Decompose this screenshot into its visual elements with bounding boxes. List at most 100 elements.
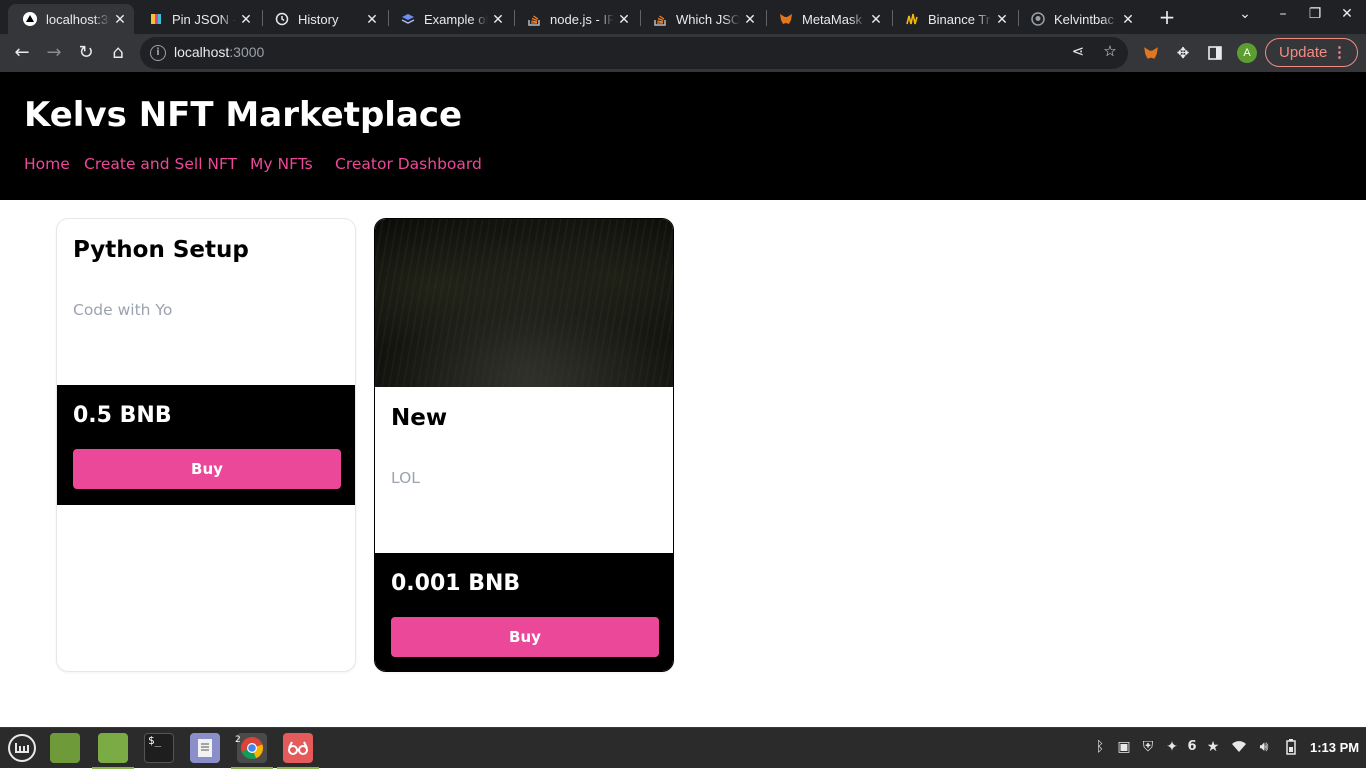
maximize-icon[interactable]: ❐ xyxy=(1304,6,1326,22)
window-close-icon[interactable]: ✕ xyxy=(1336,6,1358,22)
battery-icon[interactable] xyxy=(1282,739,1300,759)
tab-title: MetaMask xyxy=(802,11,862,27)
tab-title: Pin JSON - Pinata xyxy=(172,11,236,27)
bookmark-star-icon[interactable]: ☆ xyxy=(1100,42,1120,60)
close-icon[interactable]: ✕ xyxy=(362,11,382,28)
text-editor-icon[interactable] xyxy=(190,733,220,763)
folder-icon[interactable] xyxy=(92,733,134,769)
nft-name: New xyxy=(391,405,448,431)
browser-tab-strip: localhost:3000 ✕ Pin JSON - Pinata ✕ His… xyxy=(0,0,1366,34)
github-icon xyxy=(1030,11,1046,27)
tab-title: Kelvintbac xyxy=(1054,11,1114,27)
nft-price: 0.5 BNB xyxy=(73,403,172,428)
nav-home-link[interactable]: Home xyxy=(24,155,70,173)
chrome-window-count: 2 xyxy=(235,735,241,745)
nav-creator-dashboard-link[interactable]: Creator Dashboard xyxy=(335,155,482,173)
tab-separator xyxy=(514,10,515,26)
tab-binance[interactable]: Binance Tr ✕ xyxy=(890,4,1016,34)
site-info-icon[interactable]: i xyxy=(150,45,166,61)
tab-metamask[interactable]: MetaMask ✕ xyxy=(764,4,890,34)
nft-description: LOL xyxy=(391,469,420,487)
buy-button[interactable]: Buy xyxy=(73,449,341,489)
forward-arrow-icon[interactable]: → xyxy=(42,41,66,65)
tab-github[interactable]: Kelvintbac ✕ xyxy=(1016,4,1142,34)
glasses-icon[interactable] xyxy=(277,733,319,769)
site-header: Kelvs NFT Marketplace Home Create and Se… xyxy=(0,72,1366,200)
shield-icon[interactable]: ⛨ xyxy=(1139,739,1157,755)
tab-pinata[interactable]: Pin JSON - Pinata ✕ xyxy=(134,4,260,34)
update-label: Update xyxy=(1279,44,1328,61)
tab-history[interactable]: History ✕ xyxy=(260,4,386,34)
new-tab-plus-icon[interactable]: + xyxy=(1156,6,1178,28)
pinata-icon xyxy=(148,11,164,27)
nft-card: New LOL 0.001 BNB Buy xyxy=(374,218,674,672)
tab-separator xyxy=(892,10,893,26)
tab-separator xyxy=(766,10,767,26)
close-icon[interactable]: ✕ xyxy=(740,11,760,28)
close-icon[interactable]: ✕ xyxy=(236,11,256,28)
minimize-icon[interactable]: – xyxy=(1272,6,1294,22)
chrome-icon[interactable]: 2 xyxy=(231,733,273,769)
nav-create-sell-link[interactable]: Create and Sell NFT xyxy=(84,155,237,173)
share-icon[interactable]: ⋖ xyxy=(1068,42,1088,60)
update-button[interactable]: Update ⋮ xyxy=(1265,38,1358,67)
stackoverflow-icon xyxy=(526,11,542,27)
url-text: localhost:3000 xyxy=(174,44,264,60)
home-icon[interactable]: ⌂ xyxy=(106,41,130,65)
tab-search-chevron-icon[interactable]: ⌄ xyxy=(1234,6,1256,22)
binance-icon xyxy=(904,11,920,27)
tab-title: node.js - IPFS xyxy=(550,11,614,27)
site-title: Kelvs NFT Marketplace xyxy=(24,95,463,135)
notifications-icon[interactable]: ✦ xyxy=(1163,739,1181,755)
nft-price-box: 0.5 BNB Buy xyxy=(57,385,355,505)
browser-toolbar: ← → ↻ ⌂ i localhost:3000 ⋖ ☆ ✥ A Update … xyxy=(0,34,1366,72)
volume-icon[interactable]: 🔊︎ xyxy=(1255,739,1273,755)
metamask-fox-icon xyxy=(778,11,794,27)
profile-avatar[interactable]: A xyxy=(1237,43,1257,63)
nft-price-box: 0.001 BNB Buy xyxy=(375,553,673,671)
more-menu-icon[interactable]: ⋮ xyxy=(1332,39,1347,66)
nft-price: 0.001 BNB xyxy=(391,571,521,596)
side-panel-icon[interactable] xyxy=(1205,43,1225,63)
mint-menu-icon[interactable] xyxy=(6,733,38,763)
url-port: :3000 xyxy=(229,44,265,60)
tab-example[interactable]: Example of ✕ xyxy=(386,4,512,34)
back-arrow-icon[interactable]: ← xyxy=(10,41,34,65)
close-icon[interactable]: ✕ xyxy=(992,11,1012,28)
tab-title: Which JSON xyxy=(676,11,740,27)
tab-separator xyxy=(262,10,263,26)
close-icon[interactable]: ✕ xyxy=(1118,11,1138,28)
close-icon[interactable]: ✕ xyxy=(488,11,508,28)
address-bar[interactable]: i localhost:3000 ⋖ ☆ xyxy=(140,37,1128,69)
wifi-icon[interactable] xyxy=(1230,739,1248,757)
close-icon[interactable]: ✕ xyxy=(110,11,130,28)
nft-description: Code with Yo xyxy=(73,301,173,319)
tab-separator xyxy=(388,10,389,26)
nft-name: Python Setup xyxy=(73,237,249,263)
terminal-icon[interactable]: $_ xyxy=(144,733,174,763)
url-host: localhost xyxy=(174,44,230,60)
tab-title: localhost:3000 xyxy=(46,11,110,27)
os-taskbar: $_ 2 ᛒ ▣ ⛨ ✦ 6 ★ 🔊︎ 1:13 PM xyxy=(0,727,1366,769)
metamask-extension-icon[interactable] xyxy=(1141,43,1161,63)
buy-button[interactable]: Buy xyxy=(391,617,659,657)
close-icon[interactable]: ✕ xyxy=(866,11,886,28)
notification-count: 6 xyxy=(1187,739,1197,754)
tab-nodejs-ipfs[interactable]: node.js - IPFS ✕ xyxy=(512,4,638,34)
stack-icon xyxy=(400,11,416,27)
close-icon[interactable]: ✕ xyxy=(614,11,634,28)
files-icon[interactable] xyxy=(50,733,80,763)
tab-separator xyxy=(1018,10,1019,26)
nav-my-nfts-link[interactable]: My NFTs xyxy=(250,155,313,173)
stackoverflow-icon xyxy=(652,11,668,27)
extensions-puzzle-icon[interactable]: ✥ xyxy=(1173,43,1193,63)
clipboard-icon[interactable]: ▣ xyxy=(1115,739,1133,755)
nft-image[interactable] xyxy=(375,219,673,387)
tab-which-json[interactable]: Which JSON ✕ xyxy=(638,4,764,34)
clock: 1:13 PM xyxy=(1310,740,1360,755)
tab-localhost[interactable]: localhost:3000 ✕ xyxy=(8,4,134,34)
tab-title: Binance Tr xyxy=(928,11,991,27)
star-icon[interactable]: ★ xyxy=(1204,739,1222,755)
reload-icon[interactable]: ↻ xyxy=(74,41,98,65)
bluetooth-icon[interactable]: ᛒ xyxy=(1091,739,1109,755)
